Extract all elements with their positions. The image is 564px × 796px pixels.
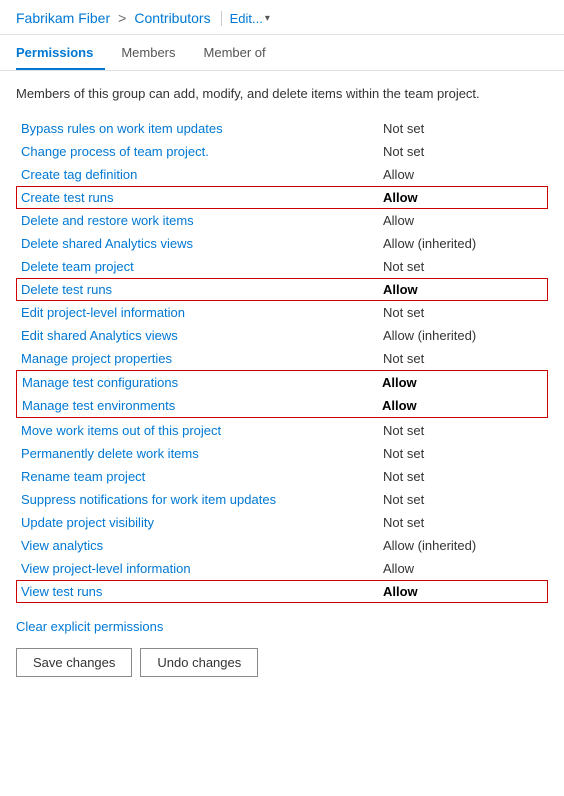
- highlighted-group: Manage test configurationsAllowManage te…: [16, 370, 548, 418]
- table-row: Delete team projectNot set: [16, 255, 548, 278]
- permission-name[interactable]: Delete and restore work items: [21, 213, 383, 228]
- permission-name[interactable]: Create test runs: [21, 190, 383, 205]
- permission-value: Not set: [383, 446, 543, 461]
- table-row: Edit shared Analytics viewsAllow (inheri…: [16, 324, 548, 347]
- permission-name[interactable]: Edit shared Analytics views: [21, 328, 383, 343]
- table-row: Change process of team project.Not set: [16, 140, 548, 163]
- permission-value: Not set: [383, 469, 543, 484]
- save-button[interactable]: Save changes: [16, 648, 132, 677]
- table-row: Create test runsAllow: [16, 186, 548, 209]
- permission-name[interactable]: Move work items out of this project: [21, 423, 383, 438]
- group-link[interactable]: Contributors: [134, 10, 210, 26]
- permission-value: Allow (inherited): [383, 328, 543, 343]
- permission-name[interactable]: Rename team project: [21, 469, 383, 484]
- permission-value: Allow (inherited): [383, 538, 543, 553]
- permission-value: Not set: [383, 492, 543, 507]
- permissions-list: Bypass rules on work item updatesNot set…: [16, 117, 548, 603]
- table-row: Manage test configurationsAllow: [17, 371, 547, 394]
- permission-value: Allow: [383, 282, 543, 297]
- breadcrumb-separator: >: [118, 10, 126, 26]
- permission-name[interactable]: Manage test configurations: [22, 375, 382, 390]
- permission-name[interactable]: Edit project-level information: [21, 305, 383, 320]
- permission-name[interactable]: Delete test runs: [21, 282, 383, 297]
- org-link[interactable]: Fabrikam Fiber: [16, 10, 110, 26]
- tab-bar: Permissions Members Member of: [0, 35, 564, 71]
- table-row: Edit project-level informationNot set: [16, 301, 548, 324]
- permission-name[interactable]: Update project visibility: [21, 515, 383, 530]
- permission-value: Not set: [383, 259, 543, 274]
- table-row: Rename team projectNot set: [16, 465, 548, 488]
- permission-value: Not set: [383, 121, 543, 136]
- group-description: Members of this group can add, modify, a…: [16, 85, 548, 103]
- action-buttons: Save changes Undo changes: [16, 648, 548, 677]
- chevron-down-icon: ▾: [265, 13, 270, 24]
- permission-value: Allow: [383, 213, 543, 228]
- page-header: Fabrikam Fiber > Contributors Edit... ▾: [0, 0, 564, 35]
- permission-value: Allow: [383, 167, 543, 182]
- permission-name[interactable]: Delete team project: [21, 259, 383, 274]
- undo-button[interactable]: Undo changes: [140, 648, 258, 677]
- table-row: Bypass rules on work item updatesNot set: [16, 117, 548, 140]
- permission-name[interactable]: Suppress notifications for work item upd…: [21, 492, 383, 507]
- table-row: View test runsAllow: [16, 580, 548, 603]
- table-row: Delete and restore work itemsAllow: [16, 209, 548, 232]
- permission-value: Not set: [383, 305, 543, 320]
- permission-value: Allow: [382, 375, 542, 390]
- table-row: Suppress notifications for work item upd…: [16, 488, 548, 511]
- permission-name[interactable]: Delete shared Analytics views: [21, 236, 383, 251]
- permission-value: Not set: [383, 515, 543, 530]
- table-row: Manage test environmentsAllow: [17, 394, 547, 417]
- table-row: Delete shared Analytics viewsAllow (inhe…: [16, 232, 548, 255]
- permission-value: Allow (inherited): [383, 236, 543, 251]
- table-row: View project-level informationAllow: [16, 557, 548, 580]
- permission-value: Not set: [383, 351, 543, 366]
- table-row: Update project visibilityNot set: [16, 511, 548, 534]
- clear-permissions-link[interactable]: Clear explicit permissions: [16, 619, 548, 634]
- tab-members[interactable]: Members: [121, 35, 187, 70]
- permission-value: Not set: [383, 144, 543, 159]
- tab-permissions[interactable]: Permissions: [16, 35, 105, 70]
- permission-name[interactable]: View analytics: [21, 538, 383, 553]
- permission-name[interactable]: Manage project properties: [21, 351, 383, 366]
- tab-member-of[interactable]: Member of: [204, 35, 278, 70]
- permission-name[interactable]: Create tag definition: [21, 167, 383, 182]
- table-row: Move work items out of this projectNot s…: [16, 419, 548, 442]
- table-row: Permanently delete work itemsNot set: [16, 442, 548, 465]
- permission-name[interactable]: Change process of team project.: [21, 144, 383, 159]
- table-row: Manage project propertiesNot set: [16, 347, 548, 370]
- table-row: Delete test runsAllow: [16, 278, 548, 301]
- edit-menu[interactable]: Edit... ▾: [221, 11, 270, 26]
- permission-value: Not set: [383, 423, 543, 438]
- main-content: Members of this group can add, modify, a…: [0, 71, 564, 691]
- permission-name[interactable]: View test runs: [21, 584, 383, 599]
- permission-value: Allow: [383, 584, 543, 599]
- permission-name[interactable]: Permanently delete work items: [21, 446, 383, 461]
- permission-name[interactable]: Bypass rules on work item updates: [21, 121, 383, 136]
- permission-name[interactable]: Manage test environments: [22, 398, 382, 413]
- permission-value: Allow: [383, 561, 543, 576]
- permission-value: Allow: [383, 190, 543, 205]
- permission-name[interactable]: View project-level information: [21, 561, 383, 576]
- table-row: View analyticsAllow (inherited): [16, 534, 548, 557]
- permission-value: Allow: [382, 398, 542, 413]
- table-row: Create tag definitionAllow: [16, 163, 548, 186]
- edit-label[interactable]: Edit...: [230, 11, 263, 26]
